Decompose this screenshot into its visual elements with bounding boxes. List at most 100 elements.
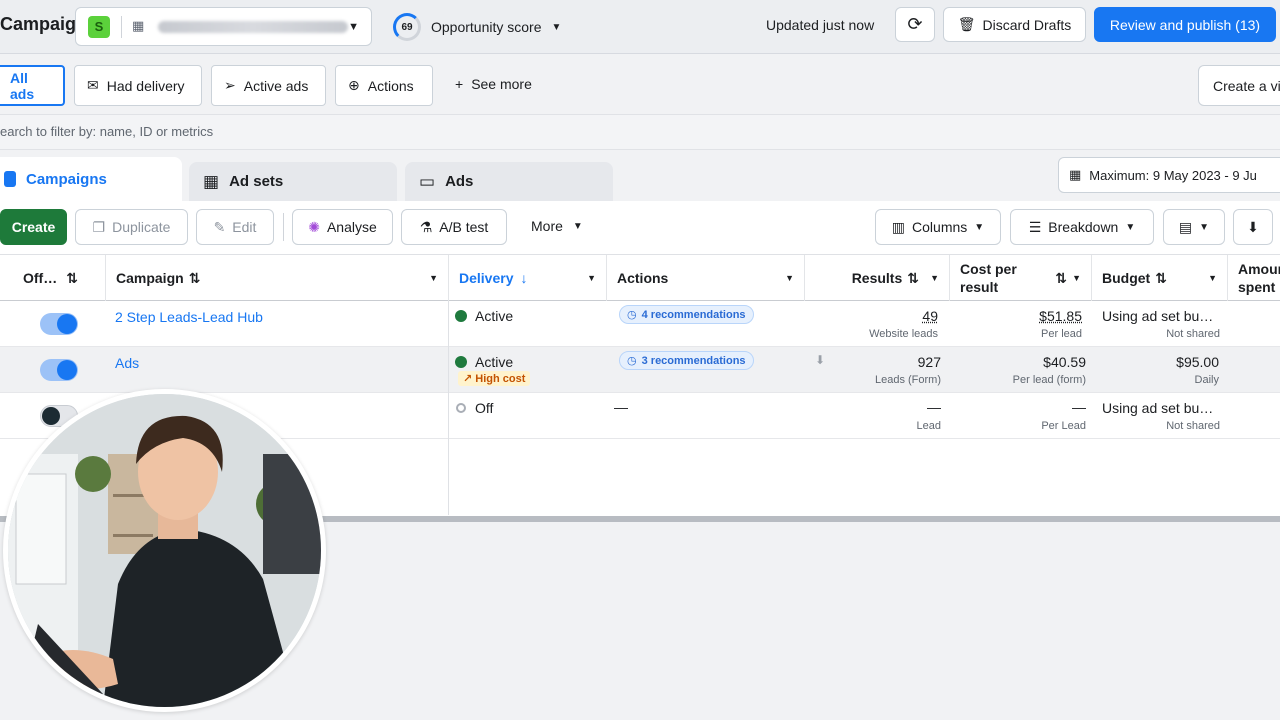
analyse-label: Analyse	[326, 219, 377, 235]
chevron-down-icon: ▼	[429, 273, 438, 283]
updated-status: Updated just now	[766, 17, 875, 33]
analyse-button[interactable]: ✺ Analyse	[292, 209, 393, 245]
date-range-label: Maximum: 9 May 2023 - 9 Ju	[1089, 167, 1257, 183]
grid-icon: ▦	[203, 171, 220, 191]
cost-type: Per lead	[1041, 328, 1082, 340]
delivery-label: Active	[475, 354, 514, 370]
refresh-button[interactable]: ⟳	[895, 7, 935, 42]
chevron-down-icon: ▼	[785, 273, 794, 283]
col-label: Actions	[617, 270, 669, 286]
reports-button[interactable]: ▤ ▼	[1163, 209, 1225, 245]
flask-icon: ⚗	[419, 218, 433, 235]
review-publish-button[interactable]: Review and publish (13)	[1094, 7, 1276, 42]
col-label-line1: Amour	[1238, 261, 1280, 277]
chip-active-ads[interactable]: ➢ Active ads	[211, 65, 326, 106]
col-campaign[interactable]: Campaign ⇅ ▼	[106, 255, 449, 301]
col-budget[interactable]: Budget ⇅ ▼	[1092, 255, 1228, 301]
tab-campaigns[interactable]: Campaigns	[0, 157, 182, 201]
account-selector[interactable]: S ▦ ▼	[75, 7, 372, 46]
col-results[interactable]: Results ⇅ ▼	[805, 255, 950, 301]
more-label: More	[531, 218, 563, 234]
table-row[interactable]: 2 Step Leads-Lead Hub Active ◷ 4 recommen…	[0, 301, 1280, 347]
sort-icon: ⇅	[907, 269, 919, 286]
col-label-line1: Cost per	[960, 261, 1017, 277]
delivery-label: Active	[475, 308, 514, 324]
tab-ads[interactable]: ▭ Ads	[405, 162, 613, 201]
see-more-button[interactable]: + See more	[455, 76, 532, 92]
search-input[interactable]: earch to filter by: name, ID or metrics	[0, 124, 213, 139]
col-label: Amour spent	[1238, 260, 1280, 296]
col-offon[interactable]: Off… ⇅	[13, 255, 106, 301]
campaign-name-link[interactable]: 2 Step Leads-Lead Hub	[115, 309, 263, 325]
sort-down-icon: ↓	[520, 270, 528, 286]
table-row[interactable]: Ads Active ↗ High cost ◷ 3 recommendation…	[0, 347, 1280, 393]
recommendations-badge[interactable]: ◷ 3 recommendations	[619, 351, 754, 370]
create-button[interactable]: Create	[0, 209, 67, 245]
blurred-account-name	[158, 21, 348, 33]
discard-label: Discard Drafts	[982, 16, 1072, 33]
reports-icon: ▤	[1178, 218, 1193, 235]
sort-icon: ⇅	[188, 269, 201, 286]
recommendations-label: 4 recommendations	[641, 308, 746, 321]
cost-type: Per lead (form)	[1012, 374, 1086, 386]
score-ring: 69	[393, 13, 421, 41]
columns-label: Columns	[912, 219, 968, 235]
col-cost-per-result[interactable]: Cost per result ⇅ ▼	[950, 255, 1092, 301]
chevron-down-icon: ▼	[551, 21, 562, 33]
budget-type: Not shared	[1166, 420, 1220, 432]
budget-value: Using ad set bu…	[1102, 308, 1214, 324]
opportunity-score[interactable]: 69 Opportunity score ▼	[393, 12, 561, 42]
campaign-name-link[interactable]: Ads	[115, 355, 139, 371]
envelope-icon: ✉	[87, 77, 99, 93]
webcam-overlay	[3, 389, 326, 712]
recommendation-icon: ◷	[627, 355, 637, 367]
cost-value: $51.85	[1039, 308, 1082, 324]
campaign-toggle[interactable]	[40, 313, 78, 335]
ab-test-button[interactable]: ⚗ A/B test	[401, 209, 507, 245]
chevron-down-icon: ▼	[930, 273, 939, 283]
chevron-down-icon: ▼	[348, 21, 359, 33]
column-divider	[448, 301, 449, 515]
col-label: Cost per result	[960, 260, 1017, 296]
duplicate-button[interactable]: ❐ Duplicate	[75, 209, 188, 245]
recommendations-badge[interactable]: ◷ 4 recommendations	[619, 305, 754, 324]
recommendation-icon: ◷	[627, 309, 637, 321]
chip-label: Active ads	[243, 77, 309, 94]
edit-button[interactable]: ✎ Edit	[196, 209, 274, 245]
more-button[interactable]: More ▼	[531, 218, 583, 254]
sort-icon: ⇅	[1155, 269, 1167, 286]
budget-value: $95.00	[1176, 354, 1219, 370]
results-value: —	[927, 399, 941, 415]
breakdown-label: Breakdown	[1048, 219, 1119, 235]
campaign-toggle[interactable]	[40, 359, 78, 381]
cost-value: —	[1072, 399, 1086, 415]
create-view-button[interactable]: Create a vi	[1198, 65, 1280, 106]
col-label-line2: spent	[1238, 279, 1276, 295]
col-label: Results	[851, 270, 903, 286]
table-header: Off… ⇅ Campaign ⇅ ▼ Delivery ↓ ▼ Actions…	[0, 254, 1280, 301]
breakdown-button[interactable]: ☰ Breakdown ▼	[1010, 209, 1154, 245]
col-label-line2: result	[960, 279, 999, 295]
discard-drafts-button[interactable]: 🗑 Discard Drafts	[943, 7, 1086, 42]
chip-label: Actions	[367, 77, 414, 94]
results-type: Website leads	[869, 328, 938, 340]
results-value: 49	[922, 308, 938, 324]
col-actions[interactable]: Actions ▼	[607, 255, 805, 301]
active-dot	[456, 311, 466, 321]
budget-type: Daily	[1194, 374, 1219, 386]
results-type: Lead	[916, 420, 941, 432]
col-delivery[interactable]: Delivery ↓ ▼	[449, 255, 607, 301]
chip-all-ads[interactable]: All ads	[0, 65, 65, 106]
chip-actions[interactable]: ⊕ Actions	[335, 65, 433, 106]
date-range-picker[interactable]: ▦ Maximum: 9 May 2023 - 9 Ju	[1058, 157, 1280, 193]
cost-value: $40.59	[1043, 354, 1086, 370]
col-amount-spent[interactable]: Amour spent	[1228, 255, 1280, 301]
high-cost-label: High cost	[475, 373, 526, 385]
columns-button[interactable]: ▥ Columns ▼	[875, 209, 1001, 245]
export-button[interactable]: ⬇	[1233, 209, 1273, 245]
tab-label: Ads	[445, 173, 474, 190]
results-type: Leads (Form)	[874, 374, 941, 386]
tab-ad-sets[interactable]: ▦ Ad sets	[189, 162, 397, 201]
chip-had-delivery[interactable]: ✉ Had delivery	[74, 65, 202, 106]
duplicate-label: Duplicate	[112, 219, 171, 235]
